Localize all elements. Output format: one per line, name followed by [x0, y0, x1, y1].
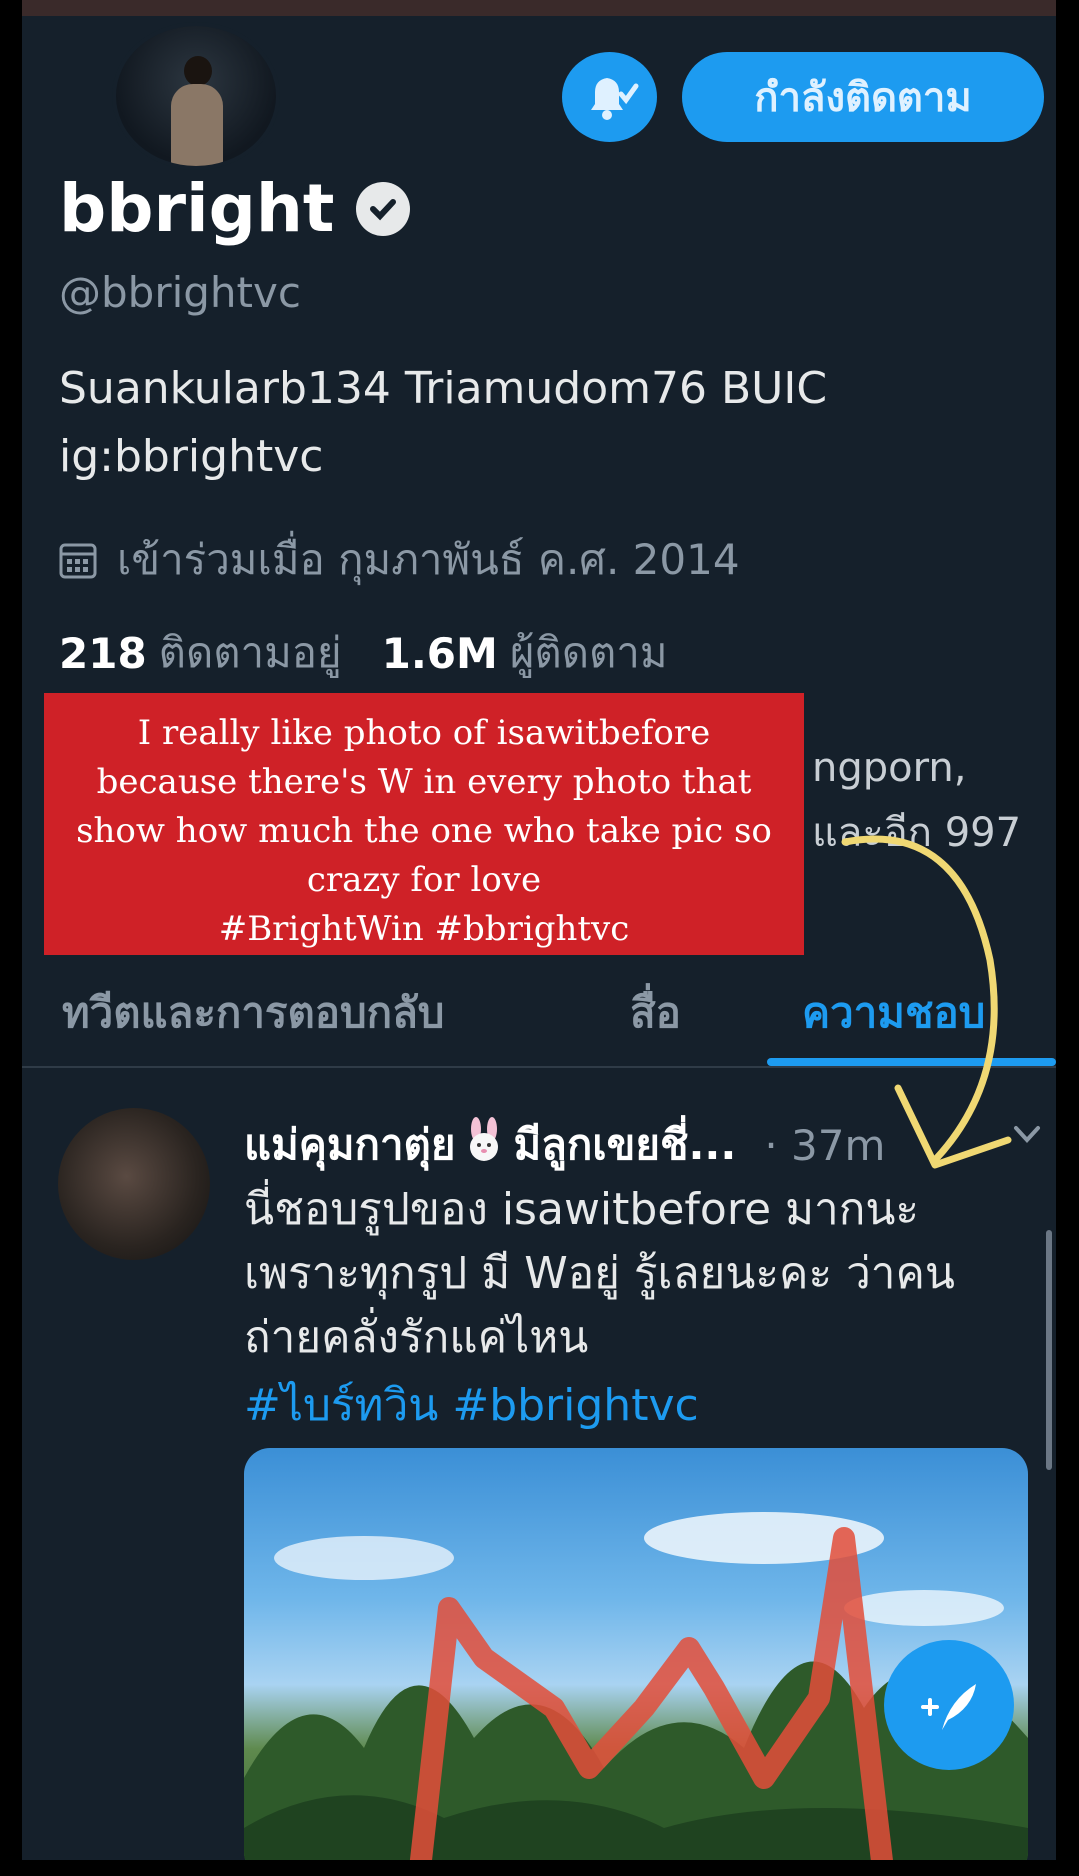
joined-date: เข้าร่วมเมื่อ กุมภาพันธ์ ค.ศ. 2014: [59, 527, 740, 593]
tweet-author-name[interactable]: แม่คุมกาตุ่ย: [244, 1112, 455, 1178]
profile-avatar[interactable]: [112, 22, 280, 170]
joined-text: เข้าร่วมเมื่อ กุมภาพันธ์ ค.ศ. 2014: [117, 535, 740, 584]
tweet-header: แม่คุมกาตุ่ย มีลูกเขยชี่... · 37m: [244, 1112, 885, 1178]
top-strip: [22, 0, 1056, 16]
bell-check-icon: [590, 78, 638, 120]
active-tab-indicator: [767, 1058, 1056, 1066]
compose-tweet-button[interactable]: [884, 1640, 1014, 1770]
verified-badge-icon: [356, 181, 411, 236]
calendar-icon: [59, 543, 97, 579]
follow-stats: 218 ติดตามอยู่ 1.6M ผู้ติดตาม: [59, 620, 668, 686]
profile-handle: @bbrightvc: [59, 268, 301, 317]
tweet-text-line: เพราะทุกรูป มี Wอยู่ รู้เลยนะคะ ว่าคน: [244, 1248, 956, 1299]
tweet-text: นี่ชอบรูปของ isawitbefore มากนะ เพราะทุก…: [244, 1178, 955, 1370]
profile-name-row: bbright: [59, 170, 411, 247]
profile-bio: Suankularb134 Triamudom76 BUIC ig:bbrigh…: [59, 355, 827, 491]
bio-line: Suankularb134 Triamudom76 BUIC: [59, 363, 828, 414]
followed-by-text: ngporn,: [812, 745, 967, 791]
following-count[interactable]: 218: [59, 629, 147, 678]
caption-overlay: I really like photo of isawitbefore beca…: [44, 693, 804, 955]
compose-tweet-icon: [921, 1684, 976, 1730]
tab-likes[interactable]: ความชอบ: [802, 980, 985, 1046]
tab-media[interactable]: สื่อ: [630, 980, 681, 1046]
profile-name: bbright: [59, 170, 335, 247]
profile-tabs: ทวีตและการตอบกลับ สื่อ ความชอบ: [22, 970, 1056, 1068]
scrollbar[interactable]: [1046, 1230, 1052, 1470]
tweet-time: · 37m: [764, 1120, 886, 1170]
caption-line: I really like photo of isawitbefore: [137, 713, 711, 753]
caption-line: because there's W in every photo that: [96, 762, 752, 802]
caption-line: show how much the one who take pic so: [76, 811, 772, 851]
tweet-text-line: นี่ชอบรูปของ isawitbefore มากนะ: [244, 1184, 920, 1235]
tweet-text-line: ถ่ายคลั่งรักแค่ไหน: [244, 1312, 589, 1363]
bio-line: ig:bbrightvc: [59, 431, 324, 482]
notification-button[interactable]: [562, 52, 657, 142]
tweet-author-avatar[interactable]: [58, 1108, 210, 1260]
chevron-down-icon[interactable]: [1012, 1122, 1042, 1146]
tab-tweets-replies[interactable]: ทวีตและการตอบกลับ: [62, 980, 444, 1046]
caption-line: crazy for love: [306, 860, 542, 900]
following-button[interactable]: กำลังติดตาม: [682, 52, 1044, 142]
tweet-hashtags[interactable]: #ไบร์ทวิน #bbrightvc: [244, 1370, 699, 1440]
rabbit-emoji-icon: [461, 1117, 507, 1173]
caption-line: #BrightWin #bbrightvc: [218, 909, 630, 949]
followers-label[interactable]: ผู้ติดตาม: [510, 620, 668, 686]
followed-by-count: และอีก 997: [812, 810, 1022, 856]
tweet-author-suffix[interactable]: มีลูกเขยชี่...: [513, 1112, 736, 1178]
following-label[interactable]: ติดตามอยู่: [159, 620, 342, 686]
followers-count[interactable]: 1.6M: [382, 629, 498, 678]
